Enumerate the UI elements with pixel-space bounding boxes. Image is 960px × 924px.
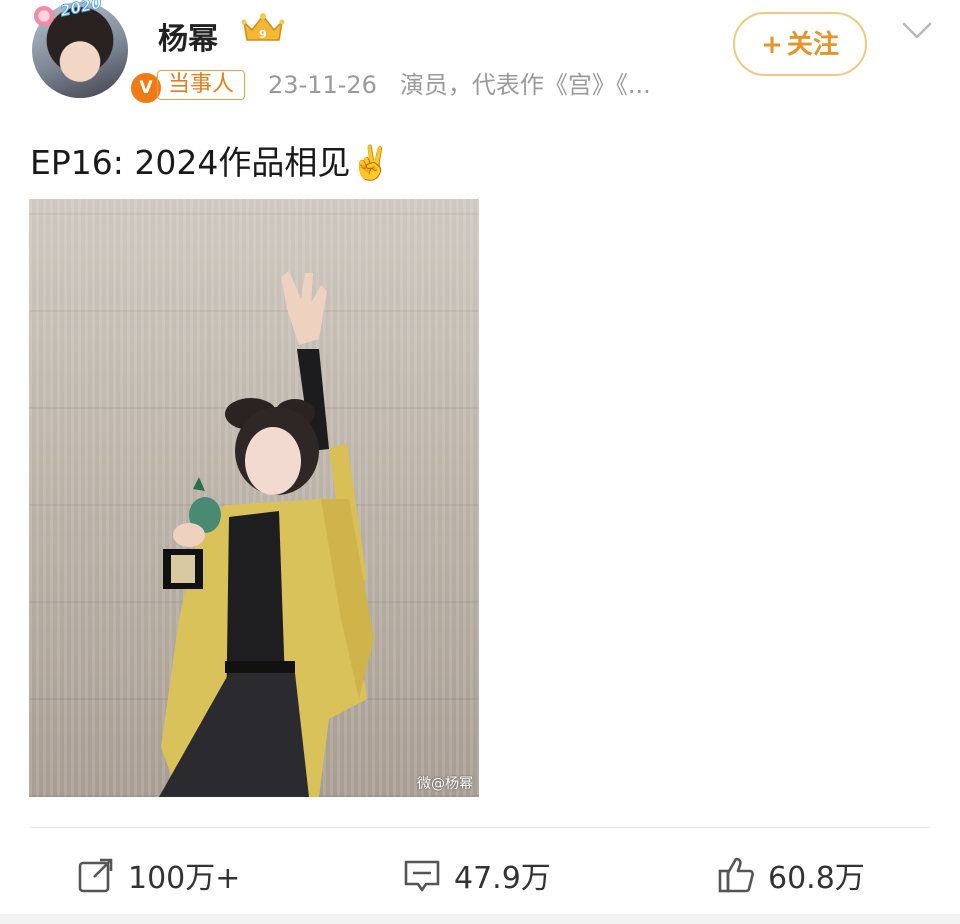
divider <box>30 827 930 828</box>
vip-crown-icon: 9 <box>241 13 285 41</box>
post-meta: 23-11-26 演员，代表作《宫》《... <box>268 70 651 100</box>
action-bar: 100万+ 47.9万 60.8万 <box>0 840 960 910</box>
thumbs-up-icon <box>718 857 754 893</box>
repost-count: 100万+ <box>128 861 241 896</box>
user-description: 演员，代表作《宫》《... <box>399 71 651 99</box>
comment-count: 47.9万 <box>454 861 551 896</box>
plus-icon: + <box>761 30 783 60</box>
share-icon <box>78 858 113 893</box>
watermark: 微@杨幂 <box>417 776 473 792</box>
post-date: 23-11-26 <box>268 71 377 99</box>
comment-icon <box>404 860 440 892</box>
role-tag: 当事人 <box>157 70 246 100</box>
post-photo[interactable]: 微@杨幂 <box>29 199 479 797</box>
avatar[interactable]: 2020 V <box>32 0 164 106</box>
bottom-band <box>0 914 960 924</box>
like-button[interactable]: 60.8万 <box>716 840 865 910</box>
follow-label: 关注 <box>786 30 839 60</box>
follow-button[interactable]: + 关注 <box>733 12 867 76</box>
chevron-down-icon[interactable] <box>900 14 934 48</box>
avatar-frame-text: 2020 <box>58 0 104 21</box>
flower-icon <box>34 6 54 26</box>
like-count: 60.8万 <box>768 861 865 896</box>
username[interactable]: 杨幂 <box>158 14 218 58</box>
comment-button[interactable]: 47.9万 <box>402 840 551 910</box>
photo-illustration <box>159 271 374 797</box>
repost-button[interactable]: 100万+ <box>76 840 240 910</box>
svg-text:9: 9 <box>259 28 267 41</box>
post-text: EP16: 2024作品相见✌️ <box>30 143 392 182</box>
post-header: 2020 V 杨幂 9 当事人 23-11-26 演员，代表作《宫》《... +… <box>0 0 960 120</box>
